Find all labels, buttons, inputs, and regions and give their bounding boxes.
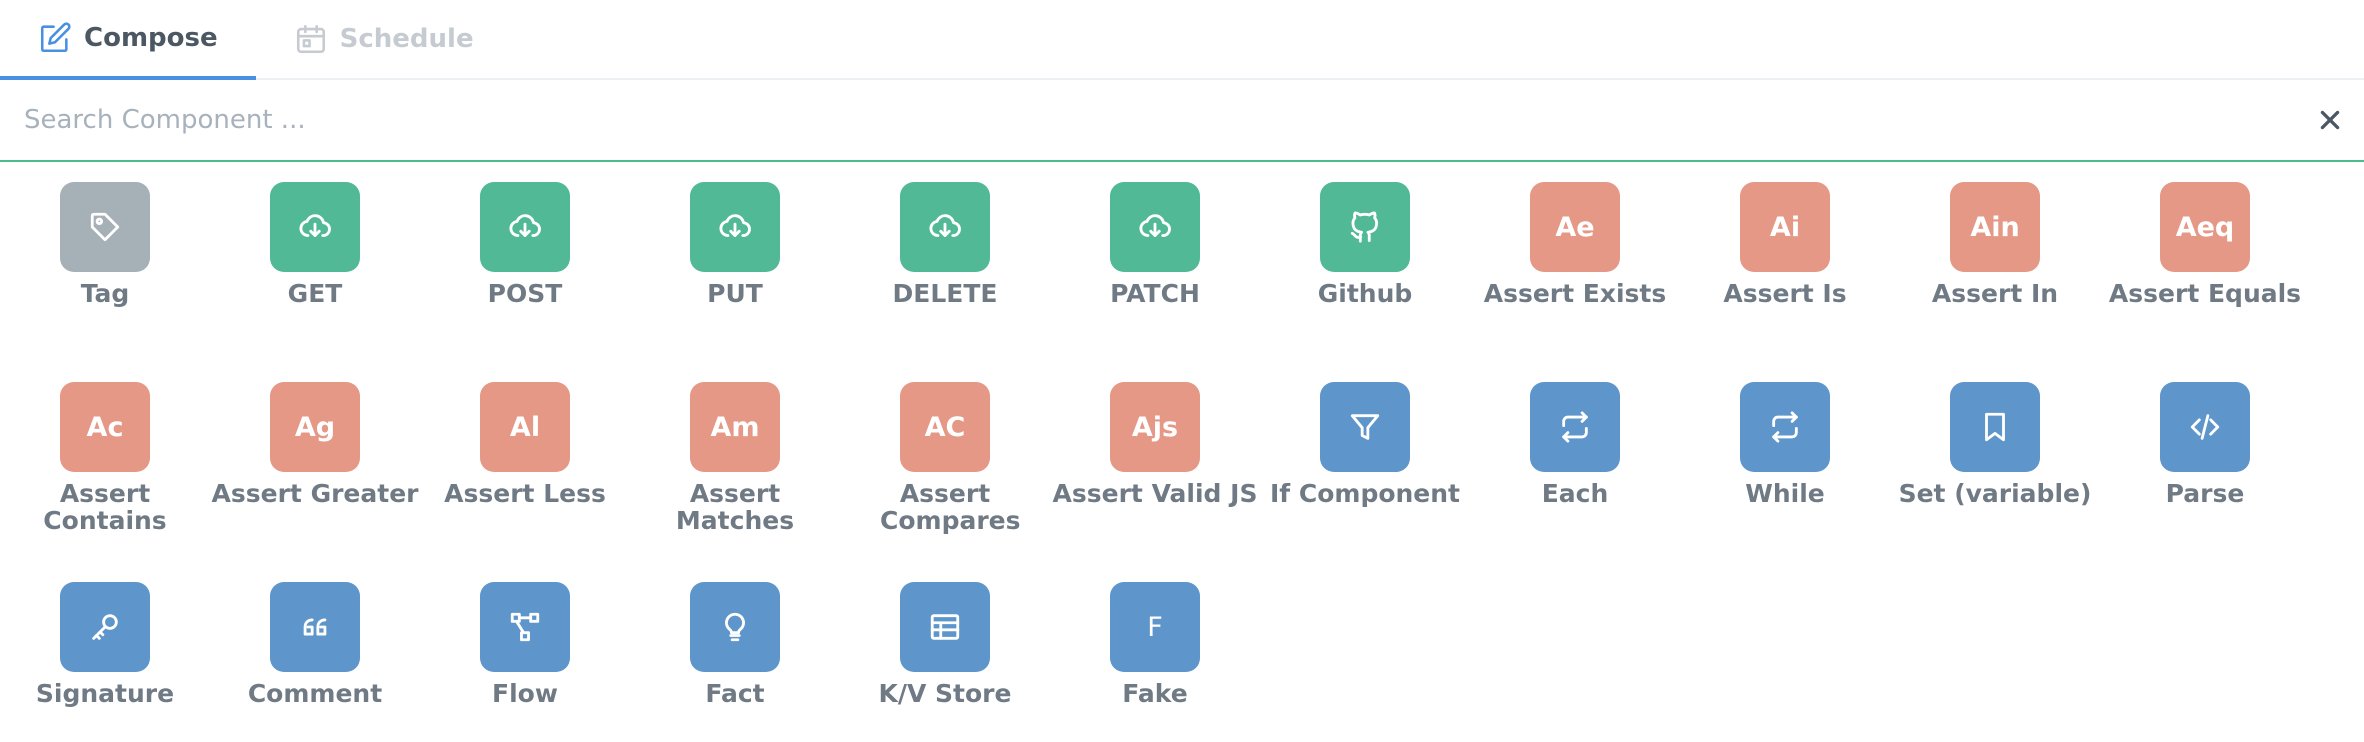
component-each[interactable]: Each [1470,382,1680,507]
component-abbr-badge: Am [690,382,780,472]
tab-schedule[interactable]: Schedule [256,0,512,78]
component-label: GET [287,279,343,308]
cloud-download-icon [1110,182,1200,272]
component-if-component[interactable]: If Component [1260,382,1470,507]
component-label: Parse [2165,479,2245,508]
component-assert-in[interactable]: Ain Assert In [1890,182,2100,307]
component-signature[interactable]: Signature [0,582,210,707]
component-label: Flow [492,679,558,708]
component-assert-greater[interactable]: Ag Assert Greater [210,382,420,507]
component-abbr-badge: Ag [270,382,360,472]
cloud-download-icon [900,182,990,272]
component-label: Set (variable) [1898,479,2092,508]
bookmark-icon [1950,382,2040,472]
calendar-icon [294,22,328,56]
tab-compose[interactable]: Compose [0,0,256,80]
repeat-icon [1740,382,1830,472]
component-abbr-badge: F [1110,582,1200,672]
component-label: Signature [35,679,175,708]
component-label: Assert Is [1723,279,1847,308]
component-label: Github [1317,279,1413,308]
component-abbr-badge: AC [900,382,990,472]
tab-schedule-label: Schedule [339,24,474,54]
component-label: Each [1541,479,1609,508]
close-icon[interactable] [2310,100,2350,140]
github-icon [1320,182,1410,272]
cloud-download-icon [690,182,780,272]
code-icon [2160,382,2250,472]
component-abbr-badge: Al [480,382,570,472]
repeat-icon [1530,382,1620,472]
component-while[interactable]: While [1680,382,1890,507]
component-label: Assert Less [444,479,606,508]
component-label: Assert Contains [43,479,167,535]
tag-icon [60,182,150,272]
component-abbr-badge: Aeq [2160,182,2250,272]
tab-bar: Compose Schedule [0,0,2364,80]
component-label: Assert Matches [675,479,795,535]
component-label: Assert Compares [880,479,1021,535]
component-delete[interactable]: DELETE [840,182,1050,307]
component-label: K/V Store [878,679,1012,708]
component-assert-less[interactable]: Al Assert Less [420,382,630,507]
component-abbr-badge: Ae [1530,182,1620,272]
component-label: Assert Greater [211,479,419,508]
component-label: Fake [1122,679,1188,708]
cloud-download-icon [480,182,570,272]
component-label: DELETE [892,279,998,308]
component-github[interactable]: Github [1260,182,1470,307]
component-set-variable[interactable]: Set (variable) [1890,382,2100,507]
component-label: PATCH [1110,279,1200,308]
component-assert-is[interactable]: Ai Assert Is [1680,182,1890,307]
component-abbr-badge: Ac [60,382,150,472]
component-comment[interactable]: Comment [210,582,420,707]
component-assert-matches[interactable]: Am Assert Matches [630,382,840,534]
component-abbr-badge: Ajs [1110,382,1200,472]
edit-icon [38,21,72,55]
component-label: Comment [247,679,383,708]
component-label: Tag [80,279,130,308]
component-label: Assert Valid JS [1052,479,1258,508]
component-get[interactable]: GET [210,182,420,307]
component-assert-valid-js[interactable]: Ajs Assert Valid JS [1050,382,1260,507]
component-assert-contains[interactable]: Ac Assert Contains [0,382,210,534]
search-bar [0,80,2364,162]
component-parse[interactable]: Parse [2100,382,2310,507]
search-input[interactable] [0,82,2310,158]
lightbulb-icon [690,582,780,672]
component-fact[interactable]: Fact [630,582,840,707]
quote-icon [270,582,360,672]
component-label: Fact [705,679,765,708]
tab-compose-label: Compose [84,23,218,53]
component-abbr-badge: Ai [1740,182,1830,272]
component-assert-exists[interactable]: Ae Assert Exists [1470,182,1680,307]
component-patch[interactable]: PATCH [1050,182,1260,307]
component-label: If Component [1269,479,1461,508]
component-grid: Tag GET POST PUT DELETE PATCH Github Ae Assert E… [0,162,2364,742]
component-label: Assert In [1931,279,2059,308]
component-label: Assert Equals [2108,279,2302,308]
cloud-download-icon [270,182,360,272]
component-put[interactable]: PUT [630,182,840,307]
component-k-v-store[interactable]: K/V Store [840,582,1050,707]
component-label: Assert Exists [1483,279,1667,308]
component-label: POST [487,279,563,308]
component-assert-compares[interactable]: AC Assert Compares [840,382,1050,534]
component-tag[interactable]: Tag [0,182,210,307]
component-label: PUT [707,279,763,308]
filter-icon [1320,382,1410,472]
component-post[interactable]: POST [420,182,630,307]
component-flow[interactable]: Flow [420,582,630,707]
table-icon [900,582,990,672]
component-assert-equals[interactable]: Aeq Assert Equals [2100,182,2310,307]
flow-icon [480,582,570,672]
component-fake[interactable]: F Fake [1050,582,1260,707]
component-abbr-badge: Ain [1950,182,2040,272]
key-icon [60,582,150,672]
component-label: While [1745,479,1825,508]
